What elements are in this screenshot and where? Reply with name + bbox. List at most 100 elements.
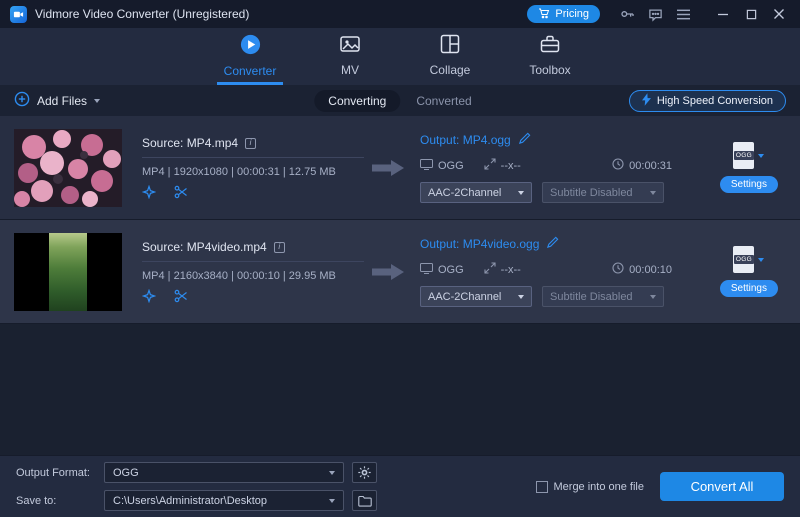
source-meta: MP4 | 2160x3840 | 00:00:10 | 29.95 MB — [142, 270, 364, 282]
scissors-icon — [174, 185, 188, 199]
subtitle-value: Subtitle Disabled — [550, 291, 633, 303]
output-profile-select[interactable]: OGG — [733, 142, 764, 169]
chevron-down-icon — [758, 154, 764, 158]
menu-button[interactable] — [672, 4, 694, 24]
high-speed-label: High Speed Conversion — [657, 95, 773, 107]
output-format-select[interactable]: OGG — [104, 462, 344, 483]
merge-into-one-file-checkbox[interactable]: Merge into one file — [536, 481, 645, 493]
output-file-icon: OGG — [733, 142, 754, 169]
output-profile-select[interactable]: OGG — [733, 246, 764, 273]
audio-track-select[interactable]: AAC-2Channel — [420, 286, 532, 307]
source-label: Source: MP4.mp4 — [142, 136, 238, 150]
info-icon[interactable]: i — [245, 138, 256, 149]
output-format-value: OGG — [438, 264, 464, 276]
cut-button[interactable] — [174, 185, 188, 199]
video-thumbnail — [14, 129, 122, 207]
hamburger-icon — [676, 8, 691, 21]
register-key-button[interactable] — [616, 4, 638, 24]
pricing-label: Pricing — [555, 8, 589, 20]
high-speed-conversion-button[interactable]: High Speed Conversion — [629, 90, 786, 112]
tab-collage[interactable]: Collage — [417, 28, 483, 85]
rename-button[interactable] — [546, 236, 559, 252]
app-window: Vidmore Video Converter (Unregistered) P… — [0, 0, 800, 517]
title-bar: Vidmore Video Converter (Unregistered) P… — [0, 0, 800, 28]
info-icon[interactable]: i — [274, 242, 285, 253]
chevron-down-icon — [518, 295, 524, 299]
maximize-button[interactable] — [740, 4, 762, 24]
save-to-path: C:\Users\Administrator\Desktop — [113, 495, 267, 507]
clock-icon — [612, 158, 624, 173]
tab-converter[interactable]: Converter — [217, 28, 283, 85]
gear-icon — [358, 466, 371, 479]
checkbox-icon — [536, 481, 548, 493]
cut-button[interactable] — [174, 289, 188, 303]
audio-track-select[interactable]: AAC-2Channel — [420, 182, 532, 203]
key-icon — [619, 6, 635, 22]
add-files-button[interactable]: Add Files — [14, 91, 100, 110]
tab-collage-label: Collage — [430, 63, 471, 77]
scissors-icon — [174, 289, 188, 303]
output-label: Output: MP4video.ogg — [420, 237, 539, 251]
chevron-down-icon — [329, 471, 335, 475]
effect-button[interactable] — [142, 289, 156, 303]
convert-all-button[interactable]: Convert All — [660, 472, 784, 501]
output-format-label: Output Format: — [16, 467, 104, 479]
source-info: Source: MP4.mp4 i MP4 | 1920x1080 | 00:0… — [142, 136, 364, 199]
pencil-icon — [518, 132, 531, 145]
chevron-down-icon — [518, 191, 524, 195]
tab-mv[interactable]: MV — [317, 28, 383, 85]
folder-icon — [358, 495, 372, 507]
file-list: Source: MP4.mp4 i MP4 | 1920x1080 | 00:0… — [0, 116, 800, 324]
file-row: Source: MP4video.mp4 i MP4 | 2160x3840 |… — [0, 220, 800, 324]
feedback-button[interactable] — [644, 4, 666, 24]
source-info: Source: MP4video.mp4 i MP4 | 2160x3840 |… — [142, 240, 364, 303]
merge-label: Merge into one file — [554, 481, 645, 493]
output-info: Output: MP4video.ogg OGG --x-- — [420, 236, 672, 307]
format-icon — [420, 263, 433, 277]
effect-button[interactable] — [142, 185, 156, 199]
effect-star-icon — [142, 185, 156, 199]
chevron-down-icon — [758, 258, 764, 262]
output-resolution-value: --x-- — [501, 264, 521, 276]
pencil-icon — [546, 236, 559, 249]
subtitle-select[interactable]: Subtitle Disabled — [542, 182, 664, 203]
converted-tab[interactable]: Converted — [402, 90, 485, 112]
format-settings-button[interactable] — [352, 462, 377, 483]
settings-button[interactable]: Settings — [720, 176, 778, 193]
tab-mv-label: MV — [341, 63, 359, 77]
add-files-label: Add Files — [37, 94, 87, 108]
browse-folder-button[interactable] — [352, 490, 377, 511]
convert-arrow-icon — [372, 262, 406, 282]
lightning-icon — [642, 93, 651, 109]
pricing-button[interactable]: Pricing — [527, 5, 600, 23]
subtitle-value: Subtitle Disabled — [550, 187, 633, 199]
source-meta: MP4 | 1920x1080 | 00:00:31 | 12.75 MB — [142, 166, 364, 178]
effect-star-icon — [142, 289, 156, 303]
tab-converter-label: Converter — [224, 64, 277, 78]
output-format-value: OGG — [438, 160, 464, 172]
minimize-button[interactable] — [712, 4, 734, 24]
app-logo-icon — [10, 6, 27, 23]
converting-tab[interactable]: Converting — [314, 90, 400, 112]
collage-icon — [439, 33, 461, 58]
output-format-selected: OGG — [113, 467, 139, 479]
tab-toolbox[interactable]: Toolbox — [517, 28, 583, 85]
window-title: Vidmore Video Converter (Unregistered) — [35, 7, 249, 21]
rename-button[interactable] — [518, 132, 531, 148]
save-to-select[interactable]: C:\Users\Administrator\Desktop — [104, 490, 344, 511]
clock-icon — [612, 262, 624, 277]
settings-button[interactable]: Settings — [720, 280, 778, 297]
output-file-type: OGG — [734, 255, 754, 264]
output-duration-value: 00:00:31 — [629, 160, 672, 172]
add-files-caret-icon — [94, 99, 100, 103]
output-info: Output: MP4.ogg OGG --x-- — [420, 132, 672, 203]
output-duration-value: 00:00:10 — [629, 264, 672, 276]
tab-toolbox-label: Toolbox — [529, 63, 570, 77]
resolution-icon — [484, 158, 496, 173]
chat-icon — [648, 7, 663, 22]
toolbox-icon — [539, 33, 561, 58]
add-circle-icon — [14, 91, 30, 110]
subtitle-select[interactable]: Subtitle Disabled — [542, 286, 664, 307]
output-resolution-value: --x-- — [501, 160, 521, 172]
close-button[interactable] — [768, 4, 790, 24]
